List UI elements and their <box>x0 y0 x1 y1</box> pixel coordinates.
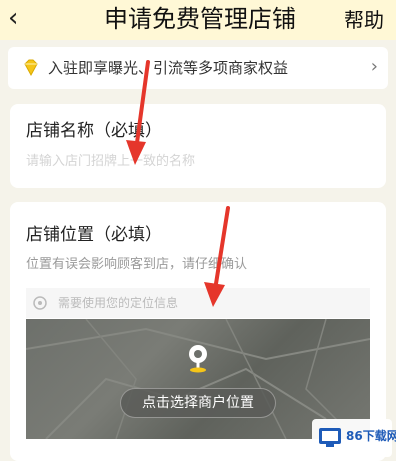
select-location-button[interactable]: 点击选择商户位置 <box>120 388 276 418</box>
store-name-card: 店铺名称（必填） <box>10 104 386 188</box>
diamond-icon <box>24 59 38 77</box>
page-title: 申请免费管理店铺 <box>104 5 296 33</box>
watermark: 86下载网 <box>312 419 396 457</box>
location-hint: 位置有误会影响顾客到店，请仔细确认 <box>26 257 248 272</box>
benefits-banner[interactable]: 入驻即享曝光、引流等多项商家权益 › <box>8 47 388 89</box>
chevron-right-icon: › <box>370 56 378 77</box>
store-location-label: 店铺位置（必填） <box>26 225 162 245</box>
location-pin-icon <box>189 345 207 373</box>
store-name-label: 店铺名称（必填） <box>26 121 162 141</box>
back-chevron-icon[interactable]: ‹ <box>8 5 34 31</box>
store-name-input[interactable] <box>26 150 366 172</box>
location-permission-text: 需要使用您的定位信息 <box>58 296 179 310</box>
location-target-icon <box>33 296 47 310</box>
location-permission-row[interactable]: 需要使用您的定位信息 <box>26 288 370 318</box>
watermark-logo-icon <box>319 428 341 447</box>
watermark-text: 86下载网 <box>346 429 396 443</box>
banner-text: 入驻即享曝光、引流等多项商家权益 <box>48 59 289 77</box>
nav-bar: ‹ 申请免费管理店铺 帮助 <box>0 0 396 40</box>
help-link[interactable]: 帮助 <box>344 8 384 32</box>
